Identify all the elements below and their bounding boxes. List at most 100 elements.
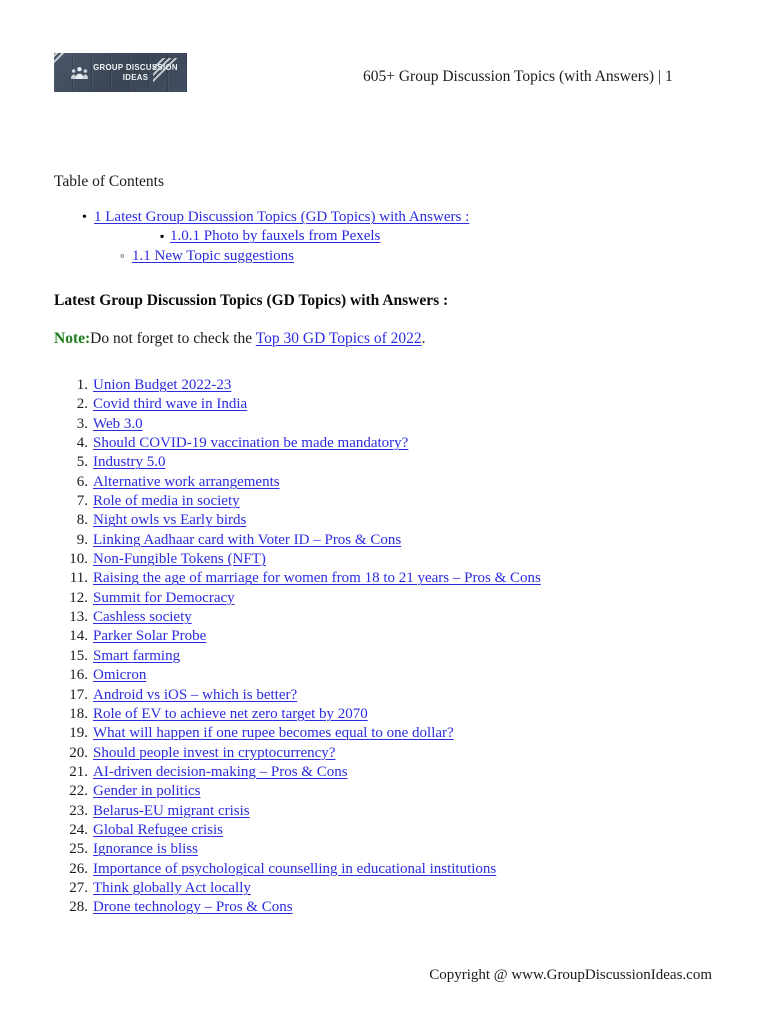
topic-row: 4. Should COVID-19 vaccination be made ma… (54, 434, 744, 453)
topic-link[interactable]: Omicron (93, 667, 146, 683)
topic-row: 1. Union Budget 2022-23 (54, 376, 744, 395)
topic-link[interactable]: Should COVID-19 vaccination be made mand… (93, 435, 408, 451)
topic-link[interactable]: Android vs iOS – which is better? (93, 687, 297, 703)
toc-item[interactable]: 1.0.1 Photo by fauxels from Pexels (54, 227, 714, 247)
topic-link-wrapper: AI-driven decision-making – Pros & Cons (93, 763, 348, 782)
topic-link[interactable]: Cashless society (93, 609, 192, 625)
copyright-text: Copyright @ www.GroupDiscussionIdeas.com (429, 967, 712, 983)
topic-link[interactable]: Role of media in society (93, 493, 240, 509)
page-header: GROUP DISCUSSION IDEAS 605+ Group Discus… (0, 0, 768, 120)
topic-number: 26. (69, 860, 88, 877)
topic-number: 23. (69, 802, 88, 819)
topic-link[interactable]: Web 3.0 (93, 416, 143, 432)
topic-number: 27. (69, 879, 88, 896)
note-label: Note: (54, 330, 91, 347)
topic-number: 4. (76, 435, 88, 452)
topic-row: 15. Smart farming (54, 647, 744, 666)
topic-link[interactable]: Raising the age of marriage for women fr… (93, 570, 541, 586)
topic-number: 8. (76, 512, 88, 529)
topic-row: 19. What will happen if one rupee becomes… (54, 724, 744, 743)
topic-link-wrapper: Raising the age of marriage for women fr… (93, 569, 541, 588)
topic-link-wrapper: Gender in politics (93, 782, 200, 801)
topic-link[interactable]: Night owls vs Early birds (93, 512, 246, 528)
topic-link[interactable]: Smart farming (93, 648, 180, 664)
topic-link-wrapper: Cashless society (93, 608, 192, 627)
people-group-icon (71, 66, 89, 80)
topic-number: 20. (69, 744, 88, 761)
document-page: GROUP DISCUSSION IDEAS 605+ Group Discus… (0, 0, 768, 1024)
topic-link[interactable]: Industry 5.0 (93, 454, 166, 470)
topic-row: 13. Cashless society (54, 608, 744, 627)
topic-link[interactable]: Role of EV to achieve net zero target by… (93, 706, 368, 722)
toc-item[interactable]: 1 Latest Group Discussion Topics (GD Top… (54, 207, 714, 227)
topic-link-wrapper: Should COVID-19 vaccination be made mand… (93, 434, 408, 453)
topic-row: 16. Omicron (54, 666, 744, 685)
topic-link[interactable]: Belarus-EU migrant crisis (93, 803, 250, 819)
toc-link[interactable]: 1 Latest Group Discussion Topics (GD Top… (94, 209, 469, 225)
topic-number: 24. (69, 821, 88, 838)
topic-number: 18. (69, 705, 88, 722)
topic-link-wrapper: Alternative work arrangements (93, 473, 280, 492)
topic-link-wrapper: Parker Solar Probe (93, 627, 206, 646)
topic-number: 9. (76, 531, 88, 548)
topic-row: 27. Think globally Act locally (54, 879, 744, 898)
topic-link[interactable]: Importance of psychological counselling … (93, 861, 496, 877)
topic-row: 8. Night owls vs Early birds (54, 511, 744, 530)
topic-number: 15. (69, 647, 88, 664)
topic-number: 11. (69, 570, 88, 587)
topic-number: 16. (69, 667, 88, 684)
note-line: Note:Do not forget to check the Top 30 G… (54, 329, 426, 348)
note-text-after: . (421, 330, 426, 347)
topic-number: 19. (69, 725, 88, 742)
topic-link[interactable]: Linking Aadhaar card with Voter ID – Pro… (93, 532, 401, 548)
topic-link[interactable]: Parker Solar Probe (93, 628, 206, 644)
logo-content: GROUP DISCUSSION IDEAS (54, 53, 187, 92)
table-of-contents: 1 Latest Group Discussion Topics (GD Top… (54, 207, 714, 266)
topic-row: 3. Web 3.0 (54, 415, 744, 434)
topic-row: 26. Importance of psychological counselli… (54, 860, 744, 879)
topic-row: 18. Role of EV to achieve net zero target… (54, 705, 744, 724)
topic-link[interactable]: Ignorance is bliss (93, 841, 198, 857)
topic-number: 1. (76, 377, 88, 393)
logo-text-line-2: IDEAS (122, 72, 149, 82)
topic-link-wrapper: Global Refugee crisis (93, 821, 223, 840)
topic-link[interactable]: Global Refugee crisis (93, 822, 223, 838)
topic-link-wrapper: Industry 5.0 (93, 453, 166, 472)
topic-number: 12. (69, 589, 88, 606)
topic-link[interactable]: Union Budget 2022-23 (93, 377, 231, 393)
topic-number: 21. (69, 763, 88, 780)
toc-link[interactable]: 1.1 New Topic suggestions (132, 248, 294, 264)
topic-link[interactable]: Non-Fungible Tokens (NFT) (93, 551, 266, 567)
page-title: 605+ Group Discussion Topics (with Answe… (363, 68, 673, 85)
topic-link[interactable]: Summit for Democracy (93, 590, 235, 606)
topic-row: 22. Gender in politics (54, 782, 744, 801)
toc-link[interactable]: 1.0.1 Photo by fauxels from Pexels (170, 228, 380, 244)
topic-number: 28. (69, 899, 88, 916)
note-link[interactable]: Top 30 GD Topics of 2022 (256, 330, 422, 347)
topic-link[interactable]: Drone technology – Pros & Cons (93, 899, 293, 915)
topic-link-wrapper: Summit for Democracy (93, 589, 235, 608)
topic-link[interactable]: Alternative work arrangements (93, 474, 280, 490)
table-of-contents-title: Table of Contents (54, 173, 164, 190)
topic-row: 25. Ignorance is bliss (54, 840, 744, 859)
logo-text-line-1: GROUP DISCUSSION (93, 63, 178, 72)
topic-link[interactable]: Gender in politics (93, 783, 200, 799)
topic-link-wrapper: Linking Aadhaar card with Voter ID – Pro… (93, 531, 401, 550)
topic-link[interactable]: Think globally Act locally (93, 880, 251, 896)
topic-link[interactable]: What will happen if one rupee becomes eq… (93, 725, 454, 741)
topic-row: 21. AI-driven decision-making – Pros & Co… (54, 763, 744, 782)
topic-link[interactable]: Covid third wave in India (93, 396, 247, 412)
topic-row: 6. Alternative work arrangements (54, 473, 744, 492)
topic-link[interactable]: Should people invest in cryptocurrency? (93, 745, 335, 761)
topic-row: 28. Drone technology – Pros & Cons (54, 898, 744, 917)
toc-item[interactable]: 1.1 New Topic suggestions (54, 246, 714, 266)
topic-row: 2. Covid third wave in India (54, 395, 744, 414)
topic-link-wrapper: Role of media in society (93, 492, 240, 511)
topic-number: 14. (69, 628, 88, 645)
topic-number: 13. (69, 609, 88, 626)
topic-link[interactable]: AI-driven decision-making – Pros & Cons (93, 764, 348, 780)
topic-link-wrapper: Covid third wave in India (93, 395, 247, 414)
topic-row: 20. Should people invest in cryptocurrenc… (54, 744, 744, 763)
topic-link-wrapper: Ignorance is bliss (93, 840, 198, 859)
topic-link-wrapper: Should people invest in cryptocurrency? (93, 744, 335, 763)
